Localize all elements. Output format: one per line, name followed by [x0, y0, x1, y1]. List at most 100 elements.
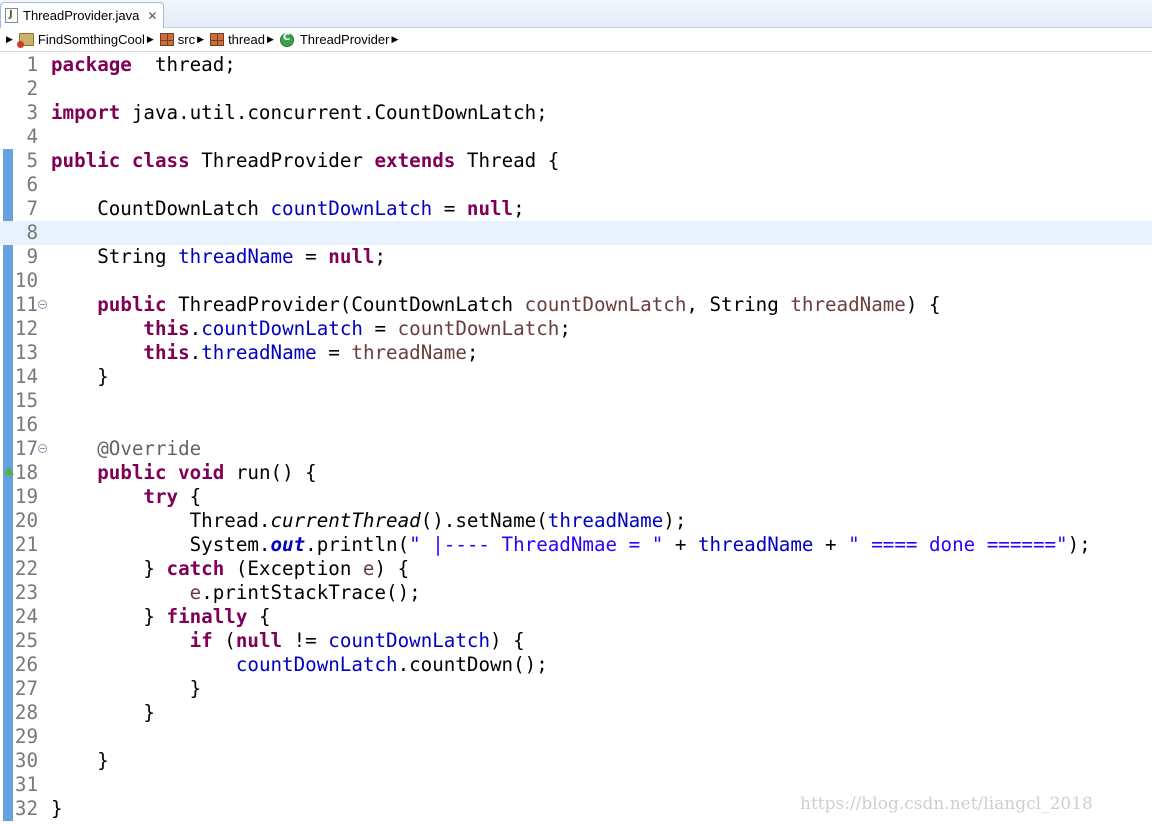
code-line[interactable]: 11− public ThreadProvider(CountDownLatch…	[0, 293, 1152, 317]
code-token: }	[51, 797, 63, 820]
code-line[interactable]: 13 this.threadName = threadName;	[0, 341, 1152, 365]
code-line[interactable]: 12 this.countDownLatch = countDownLatch;	[0, 317, 1152, 341]
line-number: 28	[14, 701, 38, 724]
code-line[interactable]: 3 import java.util.concurrent.CountDownLa…	[0, 101, 1152, 125]
code-line[interactable]: 18 public void run() {	[0, 461, 1152, 485]
code-token: public	[97, 461, 167, 484]
line-number: 26	[14, 653, 38, 676]
watermark-text: https://blog.csdn.net/liangcl_2018	[800, 794, 1093, 814]
code-token: =	[432, 197, 467, 220]
code-line[interactable]: 30 }	[0, 749, 1152, 773]
breadcrumb-project[interactable]: FindSomthingCool	[16, 32, 145, 48]
code-line[interactable]: 20 Thread.currentThread().setName(thread…	[0, 509, 1152, 533]
code-token: catch	[166, 557, 225, 580]
line-number: 17	[14, 437, 38, 460]
code-line[interactable]: 23 e.printStackTrace();	[0, 581, 1152, 605]
line-number: 24	[14, 605, 38, 628]
code-line[interactable]: 8	[0, 221, 1152, 245]
code-line[interactable]: 14 }	[0, 365, 1152, 389]
code-token: @Override	[97, 437, 202, 460]
line-number: 23	[14, 581, 38, 604]
fold-collapse-icon[interactable]: −	[38, 444, 47, 453]
chevron-right-icon[interactable]: ▶	[391, 35, 398, 45]
code-text: public void run() {	[51, 461, 317, 485]
code-line[interactable]: 16	[0, 413, 1152, 437]
chevron-right-icon[interactable]: ▶	[197, 35, 204, 45]
code-line[interactable]: 28 }	[0, 701, 1152, 725]
code-editor[interactable]: 1 package thread; 2 3 import java.util.concu…	[0, 53, 1152, 824]
code-line[interactable]: 1 package thread;	[0, 53, 1152, 77]
code-token: countDownLatch	[397, 317, 560, 340]
code-token: System.	[51, 533, 271, 556]
code-token: (Exception	[224, 557, 363, 580]
code-token: e	[362, 557, 375, 580]
code-line[interactable]: 24 } finally {	[0, 605, 1152, 629]
line-number: 4	[26, 125, 38, 148]
chevron-right-icon[interactable]: ▶	[267, 35, 274, 45]
code-line[interactable]: 21 System.out.println(" |---- ThreadNmae…	[0, 533, 1152, 557]
code-token: Thread.	[51, 509, 271, 532]
code-line[interactable]: 27 }	[0, 677, 1152, 701]
code-line[interactable]: 10	[0, 269, 1152, 293]
source-folder-icon	[159, 33, 174, 46]
code-line[interactable]: 26 countDownLatch.countDown();	[0, 653, 1152, 677]
code-token: }	[51, 749, 109, 772]
code-token: out	[270, 533, 306, 556]
code-line[interactable]: 4	[0, 125, 1152, 149]
code-text: @Override	[51, 437, 201, 461]
close-icon[interactable]: ✕	[147, 9, 157, 23]
line-number: 3	[26, 101, 38, 124]
code-token: ) {	[374, 557, 410, 580]
code-text: this.threadName = threadName;	[51, 341, 478, 365]
code-token: void	[178, 461, 225, 484]
chevron-right-icon[interactable]: ▶	[147, 35, 154, 45]
line-number: 5	[26, 149, 38, 172]
editor-tab-threadprovider[interactable]: ThreadProvider.java ✕	[0, 2, 164, 28]
line-number: 10	[14, 269, 38, 292]
code-line[interactable]: 7 CountDownLatch countDownLatch = null;	[0, 197, 1152, 221]
chevron-right-icon[interactable]: ▶	[6, 35, 13, 45]
code-token: public	[97, 293, 167, 316]
breadcrumb-src[interactable]: src	[159, 32, 196, 47]
line-number: 25	[14, 629, 38, 652]
line-number: 8	[26, 221, 38, 244]
fold-collapse-icon[interactable]: −	[38, 300, 47, 309]
code-token: currentThread	[270, 509, 421, 532]
code-token: !=	[282, 629, 329, 652]
line-number: 13	[14, 341, 38, 364]
breadcrumb-package-label: thread	[228, 32, 265, 47]
code-line[interactable]: 15	[0, 389, 1152, 413]
code-token: ThreadProvider	[189, 149, 375, 172]
class-icon	[279, 32, 294, 47]
code-token: ;	[513, 197, 525, 220]
line-number: 18	[14, 461, 38, 484]
code-line[interactable]: 19 try {	[0, 485, 1152, 509]
code-line[interactable]: 17− @Override	[0, 437, 1152, 461]
breadcrumb-package[interactable]: thread	[210, 32, 265, 47]
breadcrumb-class[interactable]: ThreadProvider	[279, 32, 389, 47]
code-text: public class ThreadProvider extends Thre…	[51, 149, 559, 173]
code-line[interactable]: 6	[0, 173, 1152, 197]
code-token: CountDownLatch	[51, 197, 271, 220]
code-line[interactable]: 25 if (null != countDownLatch) {	[0, 629, 1152, 653]
line-number: 11	[14, 293, 38, 316]
code-token: this	[143, 341, 190, 364]
code-token: countDownLatch	[270, 197, 433, 220]
code-token: import	[51, 101, 121, 124]
code-line[interactable]: 5 public class ThreadProvider extends Thr…	[0, 149, 1152, 173]
code-line[interactable]: 29	[0, 725, 1152, 749]
code-token: =	[362, 317, 398, 340]
line-number: 32	[14, 797, 38, 820]
code-line[interactable]: 22 } catch (Exception e) {	[0, 557, 1152, 581]
code-line[interactable]: 2	[0, 77, 1152, 101]
code-token: +	[663, 533, 698, 556]
editor-tab-bar: ThreadProvider.java ✕	[0, 0, 1152, 28]
code-token: ThreadProvider(CountDownLatch	[166, 293, 525, 316]
breadcrumb-src-label: src	[177, 32, 196, 47]
code-token: threadName	[201, 341, 317, 364]
code-token: ) {	[905, 293, 941, 316]
code-line[interactable]: 9 String threadName = null;	[0, 245, 1152, 269]
